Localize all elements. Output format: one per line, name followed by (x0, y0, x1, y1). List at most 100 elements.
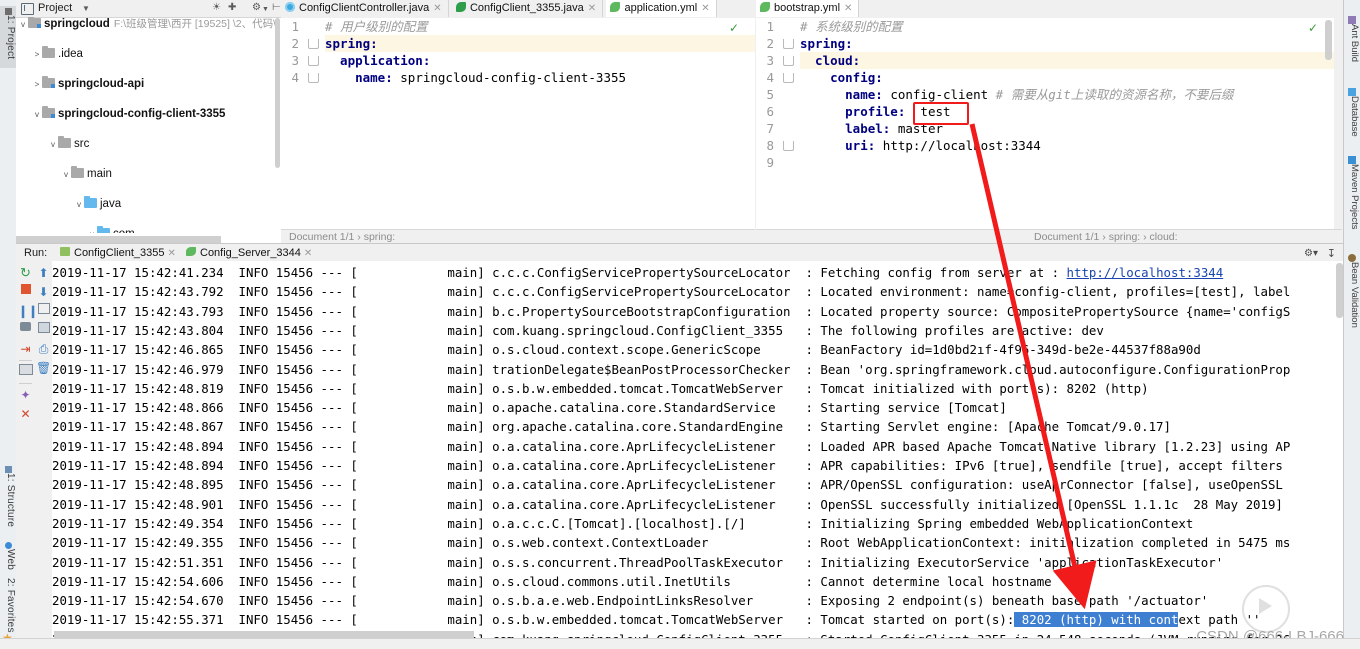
tree-expand-arrow[interactable]: v (87, 227, 97, 233)
sidebar-tab-project[interactable]: 1: Project (0, 6, 16, 68)
tree-item-main[interactable]: v main (16, 166, 275, 182)
editor-right-scrollbar[interactable] (1325, 20, 1332, 60)
tree-expand-arrow[interactable]: v (18, 17, 28, 32)
scroll-down-icon[interactable]: ⬇ (36, 284, 51, 300)
print-icon[interactable]: ⎙ (36, 341, 51, 357)
fold-marker[interactable] (783, 73, 794, 83)
editor-left-gutter[interactable]: 1 2 3 4 (281, 18, 325, 229)
tree-expand-arrow[interactable]: v (74, 197, 84, 212)
fold-marker[interactable] (308, 73, 319, 83)
sidebar-tab-label: 2: Favorites (5, 578, 16, 633)
check-icon[interactable]: ✓ (729, 21, 739, 35)
tab-configclient-3355-java[interactable]: ConfigClient_3355.java ✕ (452, 0, 604, 17)
pause-icon[interactable]: ❙❙ (18, 303, 38, 319)
tree-item-springcloud[interactable]: v springcloudF:\班级管理\西开 [19525] \2、代码\spr… (16, 17, 275, 32)
rerun-icon[interactable]: ↻ (18, 265, 33, 281)
tree-item-java[interactable]: v java (16, 196, 275, 212)
clear-all-icon[interactable]: 🗑 (36, 360, 51, 376)
console-icon[interactable] (18, 364, 33, 380)
sidebar-tab-maven-projects[interactable]: Maven Projects (1344, 154, 1360, 246)
close-icon[interactable]: ✕ (168, 248, 176, 259)
log-message: Tomcat initialized with port(s): 8202 (h… (820, 380, 1149, 396)
log-link[interactable]: http://localhost:3344 (1067, 265, 1224, 280)
tab-application-yml[interactable]: application.yml ✕ (606, 0, 717, 17)
sidebar-tab-bean-validation[interactable]: Bean Validation (1344, 252, 1360, 348)
close-icon[interactable]: ✕ (588, 3, 596, 14)
tree-expand-arrow[interactable]: v (61, 167, 71, 182)
stop-icon[interactable] (18, 284, 33, 300)
editor-left-code[interactable]: # 用户级别的配置 spring: application: name: spr… (325, 18, 755, 108)
chevron-down-icon[interactable]: ▼ (262, 5, 269, 15)
log-prefix: 2019-11-17 15:42:48.819 INFO 15456 --- [… (52, 380, 821, 396)
sidebar-tab-web[interactable]: Web (0, 540, 16, 576)
tree-item-src[interactable]: v src (16, 136, 275, 152)
tab-configclientcontroller-java[interactable]: ConfigClientController.java ✕ (281, 0, 449, 17)
project-vertical-scrollbar[interactable] (275, 18, 280, 168)
console-log-line: 2019-11-17 15:42:43.793 INFO 15456 --- [… (52, 302, 1290, 321)
tree-item-springcloud-config-client-3355[interactable]: v springcloud-config-client-3355 (16, 106, 275, 122)
run-tab-config-server-3344[interactable]: Config_Server_3344 ✕ (186, 245, 312, 261)
tab-bootstrap-yml[interactable]: bootstrap.yml ✕ (756, 0, 860, 17)
exit-icon[interactable]: ⇥ (18, 341, 33, 357)
camera-icon[interactable] (18, 322, 33, 338)
console-horizontal-scrollbar[interactable] (54, 631, 474, 638)
hide-icon[interactable]: ⊢ (272, 3, 281, 13)
console-log-line: 2019-11-17 15:42:46.865 INFO 15456 --- [… (52, 340, 1201, 359)
console-log-line: 2019-11-17 15:42:48.894 INFO 15456 --- [… (52, 437, 1290, 456)
log-message: Located property source: CompositeProper… (820, 303, 1291, 319)
console-output[interactable]: 2019-11-17 15:42:41.234 INFO 15456 --- [… (52, 261, 1344, 639)
chevron-down-icon[interactable]: ▼ (82, 4, 90, 14)
tab-label: application.yml (624, 2, 698, 14)
scroll-up-icon[interactable]: ⬆ (36, 265, 51, 281)
close-icon[interactable]: ✕ (304, 248, 312, 259)
collapse-all-icon[interactable]: ☀ (212, 3, 221, 13)
close-icon[interactable]: ✕ (701, 3, 709, 14)
tree-expand-arrow[interactable]: > (32, 47, 42, 62)
console-log-line: 2019-11-17 15:42:48.866 INFO 15456 --- [… (52, 398, 1007, 417)
fold-marker[interactable] (783, 56, 794, 66)
log-message: Tomcat started on port(s): (820, 612, 1015, 628)
gear-icon[interactable]: ⚙ (252, 3, 261, 13)
line-number: 3 (291, 53, 299, 68)
editor-right-code[interactable]: # 系统级别的配置 spring: cloud: config: name: c… (800, 18, 1334, 168)
editor-right[interactable]: 1 2 3 4 5 6 7 8 9 # 系统级别的配置 spring: clou… (756, 18, 1334, 229)
code-line: # 系统级别的配置 (800, 19, 903, 34)
tree-item-com[interactable]: v com (16, 226, 275, 233)
log-prefix: 2019-11-17 15:42:43.792 INFO 15456 --- [… (52, 284, 821, 300)
line-number: 4 (291, 70, 299, 85)
console-vertical-scrollbar[interactable] (1336, 263, 1343, 318)
log-message: Starting Servlet engine: [Apache Tomcat/… (820, 419, 1171, 435)
fold-marker[interactable] (783, 39, 794, 49)
tree-expand-arrow[interactable]: v (48, 137, 58, 152)
sidebar-tab-ant-build[interactable]: Ant Build (1344, 14, 1360, 80)
module-folder-icon (42, 106, 55, 118)
editor-left[interactable]: 1 2 3 4 # 用户级别的配置 spring: application: n… (281, 18, 755, 229)
soft-wrap-icon[interactable] (36, 303, 51, 319)
module-folder-icon (28, 17, 41, 28)
tree-expand-arrow[interactable]: > (32, 77, 42, 92)
run-tab-configclient-3355[interactable]: ConfigClient_3355 ✕ (60, 245, 176, 261)
close-icon[interactable]: ✕ (433, 3, 441, 14)
tree-item-idea[interactable]: > .idea (16, 46, 275, 62)
gear-icon[interactable]: ⚙▾ (1304, 248, 1318, 259)
scroll-to-end-icon[interactable] (36, 322, 51, 338)
thread-dump-icon[interactable]: ✦ (18, 387, 33, 403)
sidebar-tab-structure[interactable]: 1: Structure (0, 464, 16, 534)
project-tree[interactable]: v springcloudF:\班级管理\西开 [19525] \2、代码\spr… (16, 17, 275, 233)
log-message-selection[interactable]: 8202 (http) with cont (1014, 612, 1179, 628)
check-icon[interactable]: ✓ (1308, 21, 1318, 35)
fold-marker[interactable] (308, 56, 319, 66)
spring-class-icon (455, 2, 467, 12)
fold-marker[interactable] (308, 39, 319, 49)
tree-item-springcloud-api[interactable]: > springcloud-api (16, 76, 275, 92)
tree-expand-arrow[interactable]: v (32, 107, 42, 122)
close-icon[interactable]: ✕ (844, 3, 852, 14)
hide-icon[interactable]: ↧ (1327, 247, 1336, 260)
close-icon[interactable]: ✕ (18, 406, 33, 422)
project-horizontal-scrollbar[interactable] (16, 236, 221, 243)
fold-marker[interactable] (783, 141, 794, 151)
target-icon[interactable]: ✚ (228, 3, 236, 13)
right-tool-strip: Ant Build Database Maven Projects Bean V… (1343, 0, 1360, 649)
sidebar-tab-database[interactable]: Database (1344, 86, 1360, 150)
editor-right-gutter[interactable]: 1 2 3 4 5 6 7 8 9 (756, 18, 800, 229)
